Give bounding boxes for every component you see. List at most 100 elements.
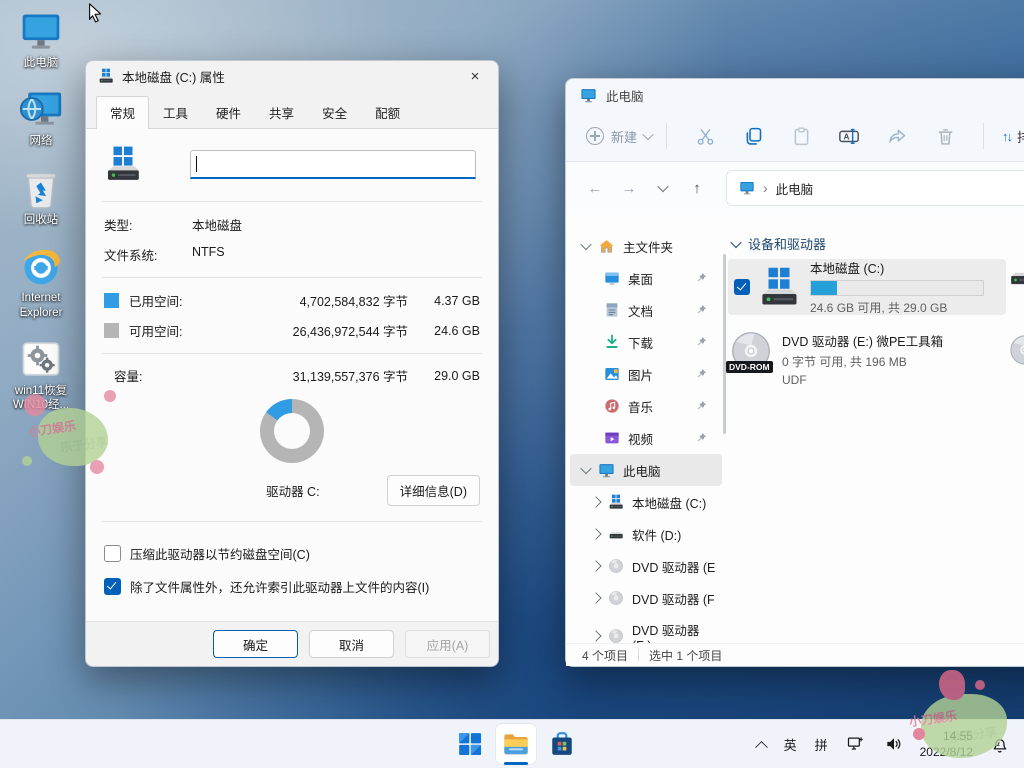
tab-tools[interactable]: 工具 — [149, 96, 202, 129]
tab-security[interactable]: 安全 — [308, 96, 361, 129]
copy-button[interactable] — [729, 126, 777, 147]
sidebar-item-videos[interactable]: 视频 — [570, 422, 722, 454]
dvd-rom-badge: DVD-ROM — [726, 361, 773, 373]
chevron-right-icon — [590, 630, 601, 641]
explorer-toolbar: 新建 ↑↓ 排序 — [566, 111, 1024, 162]
details-button[interactable]: 详细信息(D) — [387, 475, 480, 506]
tray-time: 14:55 — [943, 728, 973, 744]
explorer-file-list: 设备和驱动器 本地磁盘 (C:) 24.6 GB 可用, 共 29.0 GB D… — [726, 214, 1024, 643]
share-button[interactable] — [873, 126, 921, 147]
desktop-icon-win11-restore[interactable]: win11恢复 WIN10经... — [6, 336, 76, 413]
free-space-size: 24.6 GB — [408, 324, 480, 338]
drive-item-dvd-e[interactable]: DVD-ROM DVD 驱动器 (E:) 微PE工具箱 0 字节 可用, 共 1… — [728, 329, 1006, 387]
gears-icon — [18, 336, 64, 382]
start-button[interactable] — [450, 724, 490, 764]
scissors-icon — [695, 126, 716, 147]
sidebar-item-dvd-f[interactable]: DVD 驱动器 (F — [570, 582, 722, 614]
tray-volume-button[interactable] — [876, 724, 912, 764]
sidebar-item-label: 桌面 — [628, 269, 653, 288]
chevron-down-icon — [657, 181, 668, 192]
chevron-right-icon — [590, 528, 601, 539]
tray-clock[interactable]: 14:55 2022/8/12 — [914, 728, 979, 760]
drive-icon — [608, 526, 624, 542]
partial-disc-icon[interactable] — [1008, 330, 1024, 370]
desktop-icon-this-pc[interactable]: 此电脑 — [6, 8, 76, 70]
breadcrumb-this-pc[interactable]: 此电脑 — [776, 179, 814, 198]
notification-center-button[interactable] — [981, 724, 1018, 764]
apply-button[interactable]: 应用(A) — [405, 630, 490, 658]
ok-button[interactable]: 确定 — [213, 630, 298, 658]
desktop-icon-network[interactable]: 网络 — [6, 86, 76, 148]
sidebar-item-documents[interactable]: 文档 — [570, 294, 722, 326]
sidebar-item-music[interactable]: 音乐 — [570, 390, 722, 422]
explorer-window-title: 此电脑 — [606, 86, 644, 105]
plus-icon — [586, 127, 604, 145]
back-button[interactable]: ← — [580, 173, 610, 203]
sort-button[interactable]: ↑↓ 排序 — [1002, 127, 1024, 146]
taskbar-microsoft-store[interactable] — [542, 724, 582, 764]
sidebar-item-label: 本地磁盘 (C:) — [632, 493, 706, 512]
rename-button[interactable] — [825, 125, 873, 147]
sidebar-item-pictures[interactable]: 图片 — [570, 358, 722, 390]
folder-icon — [502, 730, 530, 758]
desktop-icon-label: 此电脑 — [24, 56, 59, 70]
pin-icon — [695, 271, 708, 284]
drive-name: DVD 驱动器 (E:) 微PE工具箱 — [782, 331, 943, 350]
compress-checkbox-row[interactable]: 压缩此驱动器以节约磁盘空间(C) — [104, 544, 480, 563]
sidebar-item-this-pc[interactable]: 此电脑 — [570, 454, 722, 486]
chevron-right-icon — [590, 560, 601, 571]
ime-mode-pinyin[interactable]: 拼 — [807, 724, 836, 764]
tab-hardware[interactable]: 硬件 — [202, 96, 255, 129]
index-checkbox-row[interactable]: 除了文件属性外，还允许索引此驱动器上文件的内容(I) — [104, 577, 480, 596]
paste-button[interactable] — [777, 126, 825, 147]
chevron-up-icon — [755, 740, 768, 753]
tray-hidden-icons-button[interactable] — [749, 724, 774, 764]
delete-button[interactable] — [921, 126, 969, 147]
chevron-down-icon — [730, 236, 741, 247]
mouse-cursor — [85, 2, 107, 24]
clipboard-icon — [791, 126, 812, 147]
forward-button[interactable]: → — [614, 173, 644, 203]
sidebar-item-dvd-e[interactable]: DVD 驱动器 (E — [570, 550, 722, 582]
pin-icon — [695, 431, 708, 444]
chevron-right-icon — [590, 496, 601, 507]
this-pc-icon — [580, 87, 597, 104]
close-button[interactable]: × — [460, 64, 490, 88]
index-checkbox[interactable] — [104, 578, 121, 595]
desktop-icon-internet-explorer[interactable]: Internet Explorer — [6, 243, 76, 320]
sidebar-item-desktop[interactable]: 桌面 — [570, 262, 722, 294]
new-button[interactable]: 新建 — [586, 127, 652, 146]
sidebar-item-home[interactable]: 主文件夹 — [570, 230, 722, 262]
explorer-titlebar[interactable]: 此电脑 — [566, 79, 1024, 111]
desktop-folder-icon — [604, 270, 620, 286]
cut-button[interactable] — [681, 126, 729, 147]
address-bar[interactable]: › 此电脑 — [726, 170, 1024, 206]
section-devices-and-drives[interactable]: 设备和驱动器 — [732, 234, 1024, 253]
tab-sharing[interactable]: 共享 — [255, 96, 308, 129]
free-space-bytes: 26,436,972,544 字节 — [258, 321, 408, 340]
volume-label-input[interactable] — [190, 150, 476, 179]
ime-language-english[interactable]: 英 — [776, 724, 805, 764]
copy-icon — [743, 126, 764, 147]
sidebar-item-dvd-partial[interactable]: DVD 驱动器 (F:) — [570, 620, 722, 643]
capacity-bar-fill — [811, 281, 837, 295]
desktop-icon-recycle-bin[interactable]: 回收站 — [6, 165, 76, 227]
up-button[interactable]: ↑ — [682, 173, 712, 203]
taskbar-file-explorer[interactable] — [496, 724, 536, 764]
sidebar-item-local-disk-c[interactable]: 本地磁盘 (C:) — [570, 486, 722, 518]
history-dropdown-button[interactable] — [648, 173, 678, 203]
dialog-titlebar[interactable]: 本地磁盘 (C:) 属性 × — [86, 61, 498, 91]
item-checkbox-checked[interactable] — [734, 279, 750, 295]
tab-quota[interactable]: 配额 — [361, 96, 414, 129]
tray-network-button[interactable] — [838, 724, 874, 764]
index-checkbox-label: 除了文件属性外，还允许索引此驱动器上文件的内容(I) — [130, 577, 429, 596]
tab-general[interactable]: 常规 — [96, 96, 149, 129]
compress-checkbox[interactable] — [104, 545, 121, 562]
partial-drive-icon[interactable] — [1008, 256, 1024, 296]
sidebar-item-label: 软件 (D:) — [632, 525, 681, 544]
chevron-down-icon — [580, 463, 591, 474]
sidebar-item-downloads[interactable]: 下载 — [570, 326, 722, 358]
sidebar-item-software-d[interactable]: 软件 (D:) — [570, 518, 722, 550]
drive-item-c[interactable]: 本地磁盘 (C:) 24.6 GB 可用, 共 29.0 GB — [728, 259, 1006, 315]
cancel-button[interactable]: 取消 — [309, 630, 394, 658]
